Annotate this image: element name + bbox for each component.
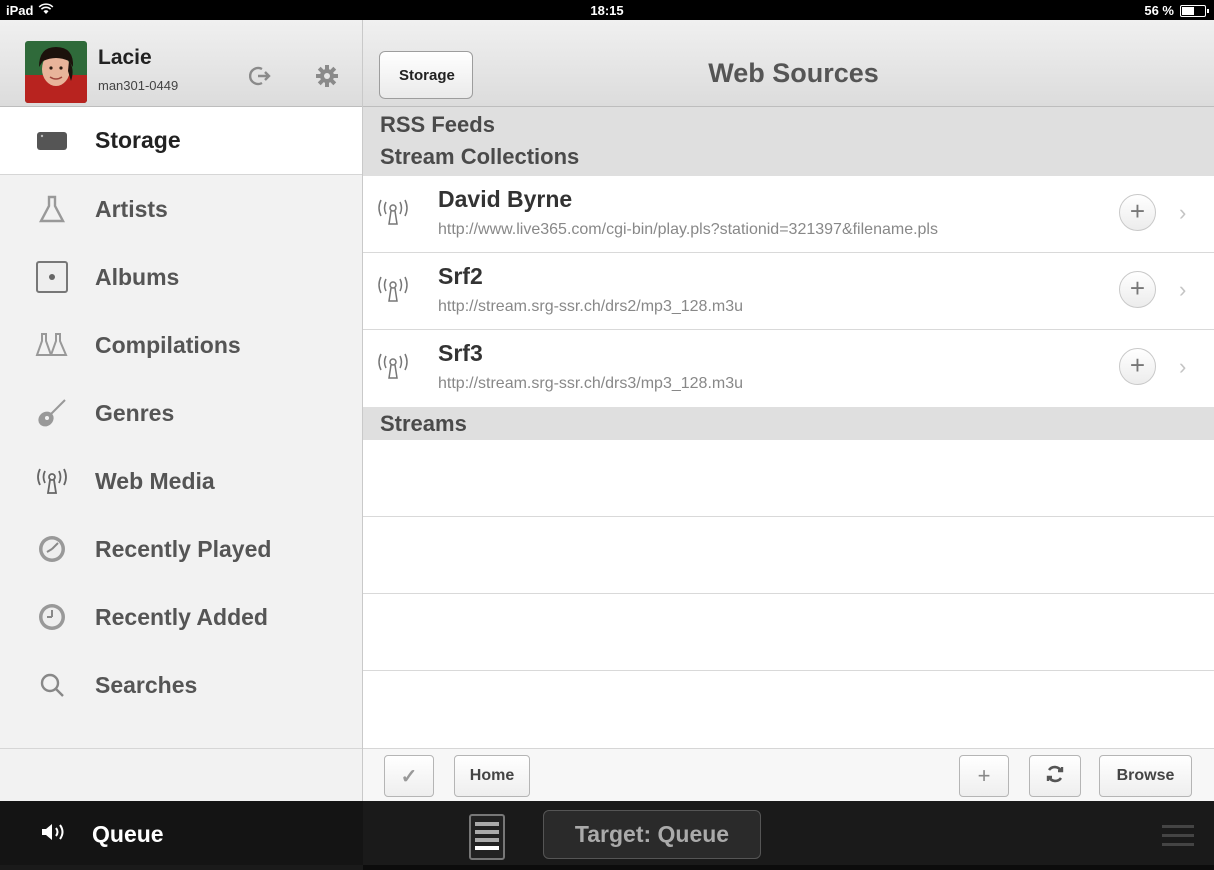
antenna-icon: [375, 198, 411, 231]
chevron-right-icon[interactable]: ›: [1179, 277, 1186, 303]
antenna-icon: [34, 463, 70, 499]
empty-row: [363, 517, 1214, 594]
section-header-rss: RSS Feeds Stream Collections: [363, 107, 1214, 176]
list-item[interactable]: Srf2 http://stream.srg-ssr.ch/drs2/mp3_1…: [363, 253, 1214, 330]
add-button[interactable]: +: [1119, 348, 1156, 385]
battery-fill: [1182, 6, 1194, 15]
stream-url: http://stream.srg-ssr.ch/drs2/mp3_128.m3…: [438, 298, 744, 315]
target-button[interactable]: Target: Queue: [543, 810, 761, 859]
now-playing-bar: Queue Target: Queue: [0, 801, 1214, 870]
add-button[interactable]: +: [1119, 194, 1156, 231]
stream-url: http://stream.srg-ssr.ch/drs3/mp3_128.m3…: [438, 375, 744, 392]
speaker-icon: [40, 821, 68, 848]
queue-button[interactable]: Queue: [0, 801, 363, 865]
player-peek: [363, 865, 1214, 870]
select-button[interactable]: ✓: [384, 755, 434, 797]
stream-title: Srf3: [438, 340, 483, 366]
avatar[interactable]: [25, 41, 87, 103]
clock: 18:15: [590, 3, 624, 18]
sidebar-item-label: Albums: [95, 263, 180, 290]
stream-title: David Byrne: [438, 186, 573, 212]
list-item[interactable]: Srf3 http://stream.srg-ssr.ch/drs3/mp3_1…: [363, 330, 1214, 407]
battery-icon: [1180, 4, 1209, 17]
sidebar-item-label: Genres: [95, 399, 175, 426]
chevron-right-icon[interactable]: ›: [1179, 200, 1186, 226]
sidebar-menu: Storage Artists Albums Compilations Genr…: [0, 107, 362, 719]
clock-icon: [34, 599, 70, 635]
battery-percent: 56 %: [1144, 3, 1174, 18]
refresh-button[interactable]: [1029, 755, 1081, 797]
main-panel: Storage Web Sources RSS Feeds Stream Col…: [363, 20, 1214, 801]
chevron-right-icon[interactable]: ›: [1179, 354, 1186, 380]
clock-icon: [34, 531, 70, 567]
artist-icon: [34, 191, 70, 227]
page-title: Web Sources: [708, 58, 879, 88]
profile-name: Lacie: [98, 46, 152, 69]
profile-header: Lacie man301-0449: [0, 20, 362, 107]
sidebar: Lacie man301-0449 Storage Artists Albums: [0, 20, 363, 801]
bottom-toolbar: ✓ Home + Browse: [363, 748, 1214, 801]
search-icon: [34, 667, 70, 703]
sidebar-item-web-media[interactable]: Web Media: [0, 447, 362, 515]
sidebar-item-compilations[interactable]: Compilations: [0, 311, 362, 379]
nav-bar: Storage Web Sources: [363, 20, 1214, 107]
storage-icon: [34, 123, 70, 159]
sidebar-item-label: Searches: [95, 671, 198, 698]
gear-icon[interactable]: [316, 65, 338, 92]
antenna-icon: [375, 352, 411, 385]
sidebar-item-label: Artists: [95, 195, 168, 222]
antenna-icon: [375, 275, 411, 308]
section-title-stream-collections: Stream Collections: [380, 144, 580, 169]
browse-button[interactable]: Browse: [1099, 755, 1192, 797]
sidebar-footer: [0, 748, 362, 801]
section-header-streams: Streams: [363, 407, 1214, 440]
sidebar-item-label: Recently Added: [95, 603, 268, 630]
sidebar-item-label: Storage: [95, 127, 181, 153]
guitar-icon: [34, 395, 70, 431]
list-item[interactable]: David Byrne http://www.live365.com/cgi-b…: [363, 176, 1214, 253]
sidebar-item-searches[interactable]: Searches: [0, 651, 362, 719]
sidebar-item-label: Compilations: [95, 331, 241, 358]
empty-row: [363, 440, 1214, 517]
sidebar-item-artists[interactable]: Artists: [0, 175, 362, 243]
album-icon: [34, 259, 70, 295]
sidebar-item-albums[interactable]: Albums: [0, 243, 362, 311]
sidebar-item-recently-added[interactable]: Recently Added: [0, 583, 362, 651]
sidebar-item-recently-played[interactable]: Recently Played: [0, 515, 362, 583]
status-bar: iPad 18:15 56 %: [0, 0, 1214, 20]
queue-label: Queue: [92, 821, 164, 847]
menu-icon[interactable]: [1162, 825, 1194, 852]
logout-icon[interactable]: [249, 65, 271, 92]
sidebar-item-storage[interactable]: Storage: [0, 107, 362, 175]
home-button[interactable]: Home: [454, 755, 530, 797]
add-button[interactable]: +: [1119, 271, 1156, 308]
profile-subtitle: man301-0449: [98, 78, 179, 93]
section-title-rss: RSS Feeds: [380, 112, 495, 137]
sidebar-item-label: Web Media: [95, 467, 215, 494]
sidebar-item-genres[interactable]: Genres: [0, 379, 362, 447]
stream-title: Srf2: [438, 263, 483, 289]
sidebar-item-label: Recently Played: [95, 535, 272, 562]
stream-url: http://www.live365.com/cgi-bin/play.pls?…: [438, 221, 938, 238]
playlist-icon[interactable]: [469, 814, 505, 860]
empty-row: [363, 594, 1214, 671]
refresh-icon: [1045, 764, 1065, 789]
compilations-icon: [34, 327, 70, 363]
add-source-button[interactable]: +: [959, 755, 1009, 797]
